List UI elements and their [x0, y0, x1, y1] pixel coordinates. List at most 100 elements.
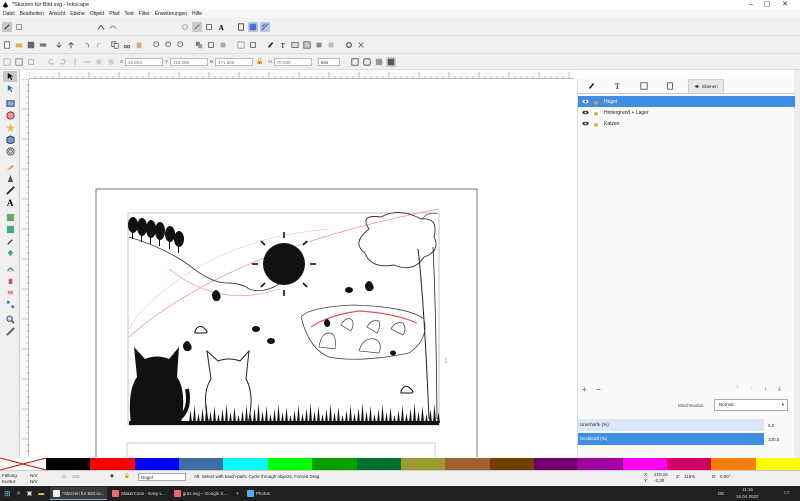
rectangle-tool[interactable] — [3, 98, 17, 109]
raise-top-button[interactable] — [94, 57, 104, 67]
rotate-ccw-button[interactable] — [46, 57, 56, 67]
search-icon[interactable]: ⌕ — [17, 490, 21, 498]
color-swatch[interactable] — [223, 458, 268, 470]
zoom-tool[interactable] — [3, 314, 17, 325]
export-button[interactable] — [66, 40, 76, 50]
star-tool[interactable] — [3, 122, 17, 133]
color-swatch[interactable] — [667, 458, 712, 470]
objects-button[interactable] — [302, 40, 312, 50]
remove-layer-button[interactable]: − — [596, 385, 601, 394]
deselect-button[interactable] — [26, 57, 36, 67]
snap-toggle-button[interactable] — [2, 21, 12, 32]
tab-fill-stroke[interactable] — [580, 79, 604, 93]
snap-all-button[interactable] — [260, 21, 270, 32]
menu-objekt[interactable]: Objekt — [90, 11, 104, 17]
ellipse-tool[interactable] — [3, 110, 17, 121]
minimize-button[interactable]: – — [744, 0, 758, 10]
pencil-tool[interactable] — [3, 161, 17, 172]
close-window-button[interactable]: ✕ — [778, 0, 792, 10]
gradient-tool[interactable] — [3, 212, 17, 223]
taskbar-item-makercase[interactable]: MakerCase - Easy L... — [109, 487, 169, 500]
tweak-tool[interactable] — [3, 263, 17, 274]
taskbar-item-photos[interactable]: Photos — [244, 487, 273, 500]
add-layer-button[interactable]: + — [582, 385, 587, 394]
copy-button[interactable] — [110, 40, 120, 50]
language-indicator[interactable]: DE — [718, 491, 724, 496]
symbols-button[interactable] — [326, 40, 336, 50]
eye-icon[interactable] — [581, 98, 589, 106]
connector-tool[interactable] — [3, 299, 17, 310]
drawing-canvas[interactable]: ⁞ — [29, 79, 574, 457]
measure-tool[interactable] — [3, 326, 17, 337]
text-tool[interactable]: A — [3, 197, 17, 208]
color-swatch[interactable] — [312, 458, 357, 470]
rotate-cw-button[interactable] — [58, 57, 68, 67]
menu-ebene[interactable]: Ebene — [70, 11, 84, 17]
scale-corners-button[interactable] — [362, 57, 372, 67]
menu-hilfe[interactable]: Hilfe — [192, 11, 202, 17]
lock-ratio-icon[interactable]: 🔒 — [256, 58, 263, 65]
save-button[interactable] — [26, 40, 36, 50]
scale-stroke-button[interactable] — [350, 57, 360, 67]
color-swatch[interactable] — [489, 458, 534, 470]
rotation-value[interactable]: 0,00° — [720, 474, 731, 479]
eye-icon[interactable] — [581, 109, 589, 117]
opacity-value[interactable]: 100,0 — [768, 437, 779, 442]
group-button[interactable] — [236, 40, 246, 50]
layer-row-katzen[interactable]: Katzen — [578, 118, 795, 129]
menu-pfad[interactable]: Pfad — [109, 11, 119, 17]
color-swatch[interactable] — [445, 458, 490, 470]
xml-editor-button[interactable] — [290, 40, 300, 50]
maximize-button[interactable]: ▢ — [760, 0, 774, 10]
menu-erweiterungen[interactable]: Erweiterungen — [155, 11, 187, 17]
snap-midpoint-button[interactable] — [192, 21, 202, 32]
layer-visibility-icon[interactable]: ◉ — [110, 473, 114, 479]
opacity-slider[interactable]: Deckkraft (%) — [578, 433, 764, 445]
snap-paths-button[interactable] — [108, 22, 118, 32]
color-swatch[interactable] — [90, 458, 135, 470]
open-button[interactable] — [14, 40, 24, 50]
move-layer-up-icon[interactable]: ↑ — [750, 386, 753, 392]
clock-time[interactable]: 11:16 — [742, 487, 753, 492]
clone-button[interactable] — [206, 40, 216, 50]
color-swatch[interactable] — [711, 458, 756, 470]
tab-document[interactable] — [658, 79, 682, 93]
no-paint-swatch[interactable] — [0, 457, 47, 471]
color-swatch[interactable] — [267, 458, 313, 470]
paste-button[interactable] — [134, 40, 144, 50]
y-position-field[interactable]: 115,386 — [170, 57, 209, 66]
windows-start-icon[interactable]: ⊞ — [4, 489, 11, 498]
unlink-clone-button[interactable] — [218, 40, 228, 50]
color-swatch[interactable] — [622, 458, 668, 470]
lock-icon[interactable] — [592, 98, 600, 106]
eraser-tool[interactable] — [3, 287, 17, 298]
fill-stroke-button[interactable] — [266, 40, 276, 50]
taskbar-item-gras[interactable]: gras.svg – Google S... — [171, 487, 231, 500]
width-field[interactable]: 171,505 — [215, 57, 254, 66]
move-layer-down-icon[interactable]: ↓ — [764, 386, 767, 392]
menu-bearbeiten[interactable]: Bearbeiten — [20, 11, 44, 17]
lock-icon[interactable] — [592, 120, 600, 128]
color-swatch[interactable] — [134, 458, 180, 470]
text-snap-button[interactable]: A — [216, 22, 226, 32]
height-field[interactable]: 70,030 — [273, 57, 312, 66]
move-layer-bottom-icon[interactable]: ⤓ — [778, 386, 781, 393]
layer-row-hintergrund[interactable]: Hintergrund + Lager — [578, 107, 795, 118]
zoom-selection-button[interactable] — [152, 40, 162, 50]
move-layer-top-icon[interactable]: ⤒ — [736, 386, 739, 393]
blend-mode-select[interactable]: Normal ▾ — [714, 399, 788, 411]
duplicate-button[interactable] — [194, 40, 204, 50]
selector-tool[interactable] — [3, 71, 17, 82]
move-gradients-button[interactable] — [374, 57, 384, 67]
preferences-button[interactable] — [344, 40, 354, 50]
layer-lock-icon[interactable]: 🔒 — [124, 473, 130, 479]
text-font-button[interactable]: T — [278, 40, 288, 50]
import-button[interactable] — [54, 40, 64, 50]
eye-icon[interactable] — [581, 120, 589, 128]
vertical-ruler[interactable] — [20, 78, 29, 457]
horizontal-ruler[interactable] — [28, 70, 574, 79]
new-document-button[interactable] — [2, 40, 12, 50]
color-swatch[interactable] — [179, 458, 224, 470]
dropper-tool[interactable] — [3, 236, 17, 247]
ungroup-button[interactable] — [248, 40, 258, 50]
